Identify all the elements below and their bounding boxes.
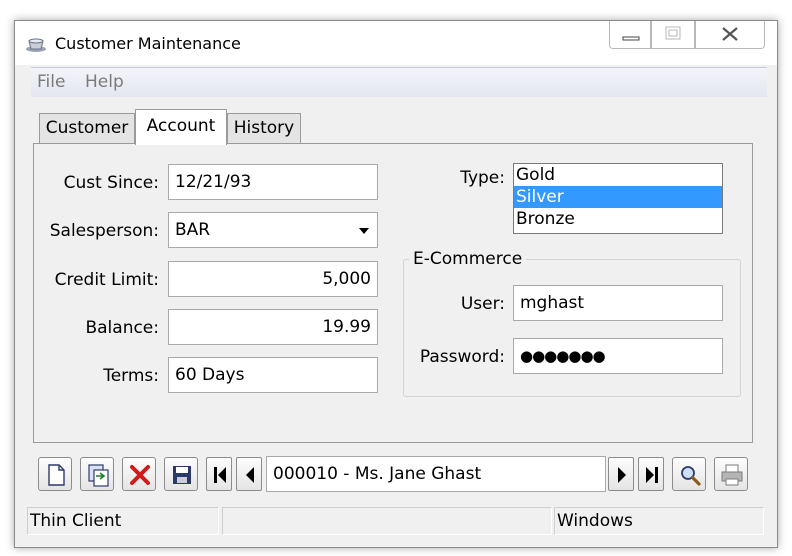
search-icon <box>681 466 701 486</box>
credit-limit-label: Credit Limit: <box>54 270 159 290</box>
menu-file[interactable]: File <box>37 72 65 92</box>
app-window: Customer Maintenance File Help Customer … <box>14 20 778 548</box>
app-icon <box>25 35 47 53</box>
chevron-down-icon <box>359 228 369 234</box>
save-button[interactable] <box>164 457 198 491</box>
ecommerce-title: E-Commerce <box>409 249 527 269</box>
cust-since-field[interactable]: 12/21/93 <box>168 164 378 200</box>
salesperson-value: BAR <box>175 220 211 240</box>
terms-field[interactable]: 60 Days <box>168 357 378 393</box>
menu-help[interactable]: Help <box>85 72 124 92</box>
window-title: Customer Maintenance <box>55 34 241 53</box>
tab-account[interactable]: Account <box>135 109 227 145</box>
copy-record-button[interactable] <box>80 457 114 491</box>
type-listbox[interactable]: Gold Silver Bronze <box>513 163 723 234</box>
prev-record-icon <box>246 467 254 483</box>
credit-limit-field[interactable]: 5,000 <box>168 261 378 297</box>
user-field[interactable]: mghast <box>513 285 723 321</box>
cust-since-label: Cust Since: <box>63 173 159 193</box>
close-icon <box>722 27 738 41</box>
salesperson-dropdown[interactable]: BAR <box>168 212 378 248</box>
first-record-button[interactable] <box>206 457 232 491</box>
terms-label: Terms: <box>103 366 159 386</box>
search-button[interactable] <box>672 457 706 491</box>
close-button[interactable] <box>695 21 765 49</box>
prev-record-button[interactable] <box>236 457 262 491</box>
delete-button[interactable] <box>122 457 156 491</box>
type-option-bronze[interactable]: Bronze <box>514 208 722 230</box>
balance-label: Balance: <box>85 318 159 338</box>
type-label: Type: <box>460 168 505 188</box>
menu-bar: File Help <box>31 67 767 99</box>
new-button[interactable] <box>38 457 72 491</box>
copy-record-icon <box>88 464 109 487</box>
new-icon <box>48 464 65 486</box>
save-icon <box>173 466 191 484</box>
tab-history[interactable]: History <box>227 113 301 143</box>
password-label: Password: <box>419 347 505 367</box>
title-bar: Customer Maintenance <box>15 21 777 65</box>
user-label: User: <box>460 294 505 314</box>
minimize-button[interactable] <box>609 21 651 49</box>
delete-icon <box>130 465 150 485</box>
password-field[interactable]: ●●●●●●● <box>513 338 723 374</box>
salesperson-label: Salesperson: <box>49 221 159 241</box>
ecommerce-group <box>403 259 741 397</box>
last-record-button[interactable] <box>638 457 664 491</box>
maximize-button[interactable] <box>651 21 695 49</box>
status-bar: Thin Client Windows <box>15 507 777 537</box>
print-button[interactable] <box>714 457 748 491</box>
record-selector[interactable]: 000010 - Ms. Jane Ghast <box>266 456 606 492</box>
balance-field[interactable]: 19.99 <box>168 309 378 345</box>
type-option-silver[interactable]: Silver <box>514 186 722 208</box>
status-platform: Windows <box>554 507 764 535</box>
status-middle <box>222 507 552 535</box>
print-icon <box>721 464 743 486</box>
next-record-button[interactable] <box>608 457 634 491</box>
last-record-icon <box>646 467 658 483</box>
first-record-icon <box>214 467 226 483</box>
next-record-icon <box>618 467 626 483</box>
tab-customer[interactable]: Customer <box>39 113 135 143</box>
type-option-gold[interactable]: Gold <box>514 164 722 186</box>
status-client: Thin Client <box>27 507 219 535</box>
